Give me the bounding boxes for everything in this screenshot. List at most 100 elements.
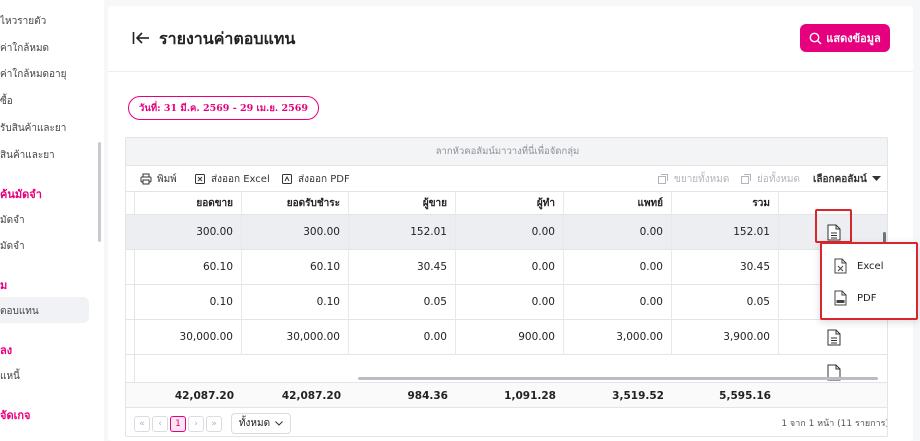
cell: 3,000.00 bbox=[564, 320, 672, 355]
cell: 0.00 bbox=[456, 285, 564, 320]
column-header[interactable]: ผู้ทำ bbox=[456, 192, 564, 215]
total-cell: 3,519.52 bbox=[612, 390, 664, 402]
show-data-button[interactable]: แสดงข้อมูล bbox=[800, 24, 890, 52]
group-panel[interactable]: ลากหัวคอลัมน์มาวางที่นี่เพื่อจัดกลุ่ม bbox=[126, 138, 887, 166]
column-header[interactable]: แพทย์ bbox=[564, 192, 672, 215]
prev-page-button[interactable]: ‹ bbox=[152, 416, 168, 432]
cell: 0.00 bbox=[564, 215, 672, 250]
sidebar-section-heading: ค้นมัดจำ bbox=[0, 188, 42, 201]
total-cell: 42,087.20 bbox=[281, 390, 341, 402]
cell: 0.00 bbox=[564, 250, 672, 285]
page-info: 1 จาก 1 หน้า (11 รายการ) bbox=[781, 419, 888, 429]
next-page-button[interactable]: › bbox=[188, 416, 204, 432]
total-cell: 5,595.16 bbox=[719, 390, 771, 402]
table-row[interactable]: 300.00 300.00 152.01 0.00 0.00 152.01 bbox=[126, 215, 887, 250]
table-row[interactable]: 0.10 0.10 0.05 0.00 0.00 0.05 bbox=[126, 285, 887, 320]
pager: « ‹ 1 › » ทั้งหมด 1 จาก 1 หน้า (11 รายกา… bbox=[126, 408, 888, 436]
choose-columns-button[interactable]: เลือกคอลัมน์ bbox=[813, 166, 881, 192]
cell: 30,000.00 bbox=[242, 320, 349, 355]
table-row[interactable]: 60.10 60.10 30.45 0.00 0.00 30.45 bbox=[126, 250, 887, 285]
cell: 300.00 bbox=[135, 215, 242, 250]
sidebar-item[interactable]: ไหวรายตัว bbox=[0, 14, 46, 29]
current-page-button[interactable]: 1 bbox=[170, 416, 186, 432]
grid-toolbar: พิมพ์ ส่งออก Excel ส่งออก PDF ขยายทั้งหม… bbox=[126, 166, 887, 192]
printer-icon bbox=[140, 173, 152, 185]
choose-columns-label: เลือกคอลัมน์ bbox=[813, 173, 867, 185]
cell: 0.00 bbox=[564, 285, 672, 320]
document-icon[interactable] bbox=[827, 329, 841, 346]
sidebar-item[interactable]: ซื้อ bbox=[0, 94, 13, 109]
export-icon-highlight bbox=[815, 209, 852, 243]
sidebar-item[interactable]: ค่าใกล้หมด bbox=[0, 41, 49, 56]
cell: 3,900.00 bbox=[672, 320, 779, 355]
sidebar-item[interactable]: แหนี้ bbox=[0, 369, 20, 384]
cell: 0.10 bbox=[242, 285, 349, 320]
chevron-down-icon bbox=[275, 421, 283, 426]
export-menu: Excel PDF bbox=[820, 242, 918, 320]
collapse-all-button[interactable]: ย่อทั้งหมด bbox=[740, 166, 800, 192]
search-icon bbox=[809, 32, 822, 44]
cell: 0.00 bbox=[456, 215, 564, 250]
cell: 0.05 bbox=[349, 285, 456, 320]
sidebar: ไหวรายตัว ค่าใกล้หมด ค่าใกล้หมดอายุ ซื้อ… bbox=[0, 0, 104, 441]
page-size-value: ทั้งหมด bbox=[238, 418, 271, 429]
horizontal-scrollbar[interactable] bbox=[358, 377, 878, 380]
sidebar-scrollbar[interactable] bbox=[98, 142, 101, 242]
column-header[interactable]: รวม bbox=[672, 192, 779, 215]
sidebar-item[interactable]: ค่าใกล้หมดอายุ bbox=[0, 67, 67, 82]
sidebar-item[interactable]: สินค้าและยา bbox=[0, 148, 55, 163]
export-pdf-button[interactable]: ส่งออก PDF bbox=[281, 166, 350, 192]
page-size-select[interactable]: ทั้งหมด bbox=[231, 413, 291, 434]
export-excel-label: ส่งออก Excel bbox=[211, 173, 270, 185]
expand-all-button[interactable]: ขยายทั้งหมด bbox=[657, 166, 729, 192]
sidebar-section-heading: ลง bbox=[0, 344, 13, 357]
sidebar-item[interactable]: มัดจำ bbox=[0, 213, 25, 228]
sidebar-section-heading: ม bbox=[0, 279, 8, 292]
sidebar-section-heading: จัดเกจ bbox=[0, 409, 31, 422]
excel-icon bbox=[195, 174, 205, 184]
total-cell: 984.36 bbox=[407, 390, 448, 402]
export-pdf-label: ส่งออก PDF bbox=[298, 173, 350, 185]
print-label: พิมพ์ bbox=[157, 173, 177, 185]
cell: 152.01 bbox=[672, 215, 779, 250]
title-bar: รายงานค่าตอบแทน แสดงข้อมูล bbox=[108, 6, 913, 72]
column-header[interactable]: ยอดขาย bbox=[135, 192, 242, 215]
cell: 0.10 bbox=[135, 285, 242, 320]
pdf-icon bbox=[282, 174, 292, 184]
print-button[interactable]: พิมพ์ bbox=[140, 166, 177, 192]
cell: 0.00 bbox=[456, 250, 564, 285]
column-header[interactable]: ผู้ขาย bbox=[349, 192, 456, 215]
export-menu-pdf-label: PDF bbox=[857, 292, 877, 304]
export-menu-excel[interactable]: Excel bbox=[822, 250, 916, 282]
export-menu-pdf[interactable]: PDF bbox=[822, 282, 916, 314]
cell: 0.00 bbox=[349, 320, 456, 355]
sidebar-item[interactable]: มัดจำ bbox=[0, 239, 25, 254]
show-data-label: แสดงข้อมูล bbox=[826, 32, 881, 45]
data-grid: ลากหัวคอลัมน์มาวางที่นี่เพื่อจัดกลุ่ม พิ… bbox=[125, 137, 888, 437]
pdf-file-icon bbox=[834, 290, 847, 306]
collapse-icon bbox=[741, 174, 751, 184]
sidebar-item-active[interactable]: ตอบแทน bbox=[0, 304, 39, 319]
collapse-left-icon[interactable] bbox=[132, 30, 150, 46]
cell: 30.45 bbox=[672, 250, 779, 285]
cell: 300.00 bbox=[242, 215, 349, 250]
cell: 152.01 bbox=[349, 215, 456, 250]
collapse-all-label: ย่อทั้งหมด bbox=[757, 173, 801, 185]
caret-down-icon bbox=[871, 176, 881, 181]
main-panel: รายงานค่าตอบแทน แสดงข้อมูล วันที่: 31 มี… bbox=[108, 6, 913, 441]
export-excel-button[interactable]: ส่งออก Excel bbox=[194, 166, 270, 192]
table-row[interactable]: 30,000.00 30,000.00 0.00 900.00 3,000.00… bbox=[126, 320, 887, 355]
cell: 0.05 bbox=[672, 285, 779, 320]
date-range-chip[interactable]: วันที่: 31 มี.ค. 2569 - 29 เม.ย. 2569 bbox=[128, 96, 319, 120]
cell: 900.00 bbox=[456, 320, 564, 355]
sidebar-item[interactable]: รับสินค้าและยา bbox=[0, 121, 66, 136]
page-title: รายงานค่าตอบแทน bbox=[159, 29, 296, 48]
cell: 60.10 bbox=[242, 250, 349, 285]
totals-row: 42,087.20 42,087.20 984.36 1,091.28 3,51… bbox=[126, 382, 887, 408]
excel-file-icon bbox=[834, 258, 847, 274]
column-header[interactable]: ยอดรับชำระ bbox=[242, 192, 349, 215]
first-page-button[interactable]: « bbox=[134, 416, 150, 432]
cell: 30.45 bbox=[349, 250, 456, 285]
total-cell: 1,091.28 bbox=[504, 390, 556, 402]
last-page-button[interactable]: » bbox=[206, 416, 222, 432]
